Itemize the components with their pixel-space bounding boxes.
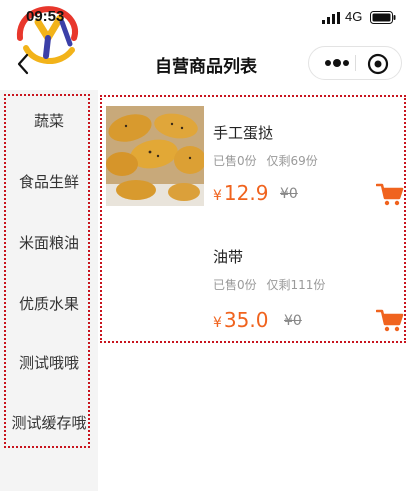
product-card[interactable]: 手工蛋挞 已售0份 仅剩69份 ¥12.9 ¥0 <box>98 96 412 220</box>
product-stock: 仅剩111份 <box>266 278 326 292</box>
capsule-divider <box>355 55 356 71</box>
target-icon[interactable] <box>366 52 390 76</box>
nav-bar: 自营商品列表 <box>0 36 412 90</box>
price-value: 35.0 <box>223 308 269 332</box>
sidebar-highlight-frame <box>4 94 90 448</box>
status-bar: 09:53 4G <box>0 0 412 64</box>
status-time: 09:53 <box>26 8 65 25</box>
currency-symbol: ¥ <box>213 188 222 204</box>
product-name: 油带 <box>213 248 244 266</box>
product-stats: 已售0份 仅剩111份 <box>213 276 325 293</box>
original-price: ¥0 <box>284 313 302 329</box>
battery-icon <box>370 11 396 24</box>
original-price: ¥0 <box>280 186 298 202</box>
signal-icon <box>322 12 340 24</box>
sidebar-item-fruit[interactable]: 优质水果 <box>0 293 98 314</box>
category-sidebar: 蔬菜 食品生鲜 米面粮油 优质水果 测试哦哦 测试缓存哦 <box>0 90 98 491</box>
product-price: ¥35.0 <box>213 308 268 332</box>
sidebar-item-fresh-food[interactable]: 食品生鲜 <box>0 171 98 192</box>
product-sold: 已售0份 <box>213 154 257 168</box>
sidebar-item-vegetables[interactable]: 蔬菜 <box>0 110 98 131</box>
product-stock: 仅剩69份 <box>266 154 318 168</box>
sidebar-item-rice-oil[interactable]: 米面粮油 <box>0 232 98 253</box>
product-list: 手工蛋挞 已售0份 仅剩69份 ¥12.9 ¥0 油带 已售0份 仅剩111份 … <box>98 90 412 491</box>
sidebar-item-test[interactable]: 测试哦哦 <box>0 352 98 373</box>
sidebar-item-test-cache[interactable]: 测试缓存哦 <box>0 412 98 433</box>
product-image-egg-tart <box>106 106 204 206</box>
cart-icon[interactable] <box>376 308 404 332</box>
currency-symbol: ¥ <box>213 315 222 331</box>
product-stats: 已售0份 仅剩69份 <box>213 152 318 169</box>
mini-program-capsule <box>308 46 402 80</box>
product-price: ¥12.9 <box>213 181 268 205</box>
more-dots-icon[interactable] <box>319 47 355 79</box>
network-label: 4G <box>345 9 363 24</box>
product-name: 手工蛋挞 <box>213 124 274 142</box>
product-card[interactable]: 油带 已售0份 仅剩111份 ¥35.0 ¥0 <box>98 220 412 344</box>
cart-icon[interactable] <box>376 182 404 206</box>
product-sold: 已售0份 <box>213 278 257 292</box>
price-value: 12.9 <box>223 181 269 205</box>
